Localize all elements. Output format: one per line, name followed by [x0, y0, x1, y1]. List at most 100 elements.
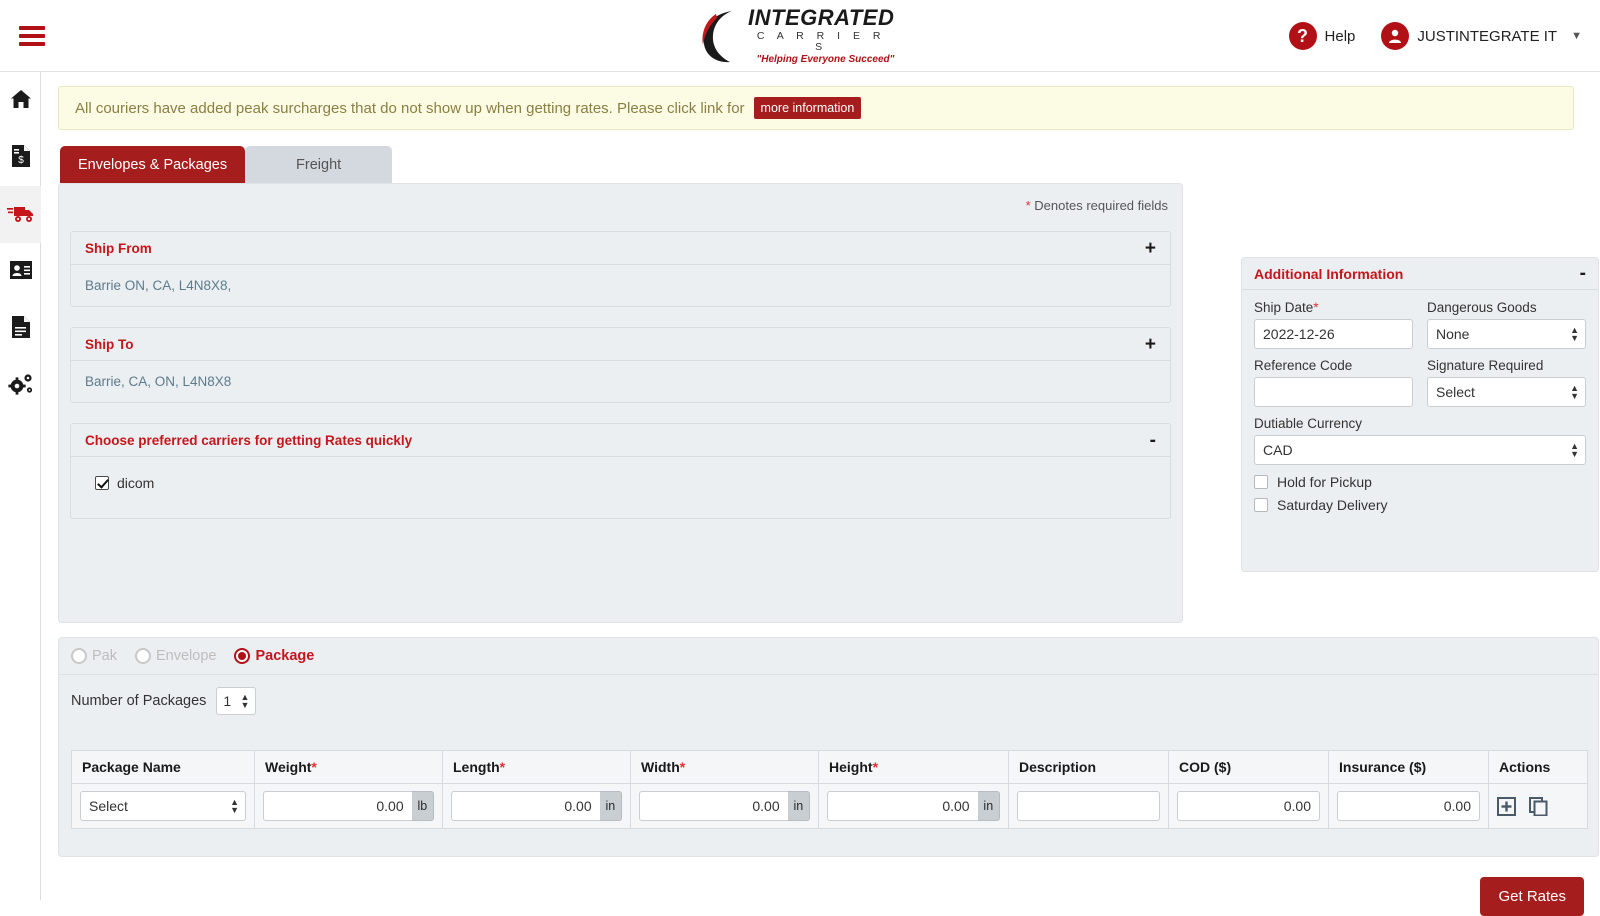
help-label: Help [1324, 27, 1356, 45]
tab-envelopes-packages[interactable]: Envelopes & Packages [60, 146, 246, 183]
hold-for-pickup-checkbox[interactable] [1254, 475, 1268, 489]
packages-table-head: Package Name Weight* Length* Width* Heig… [71, 750, 1588, 784]
signature-required-field: Signature Required Select ▲ ▼ [1427, 358, 1586, 407]
brand-logo[interactable]: INTEGRATED C A R R I E R S "Helping Ever… [700, 4, 894, 68]
cell-insurance [1328, 783, 1489, 829]
ship-from-expand-icon[interactable]: + [1145, 239, 1156, 258]
radio-pak[interactable] [71, 648, 87, 664]
chevron-down-icon[interactable]: ▼ [1571, 30, 1582, 42]
col-width: Width* [630, 750, 819, 784]
saturday-delivery-option[interactable]: Saturday Delivery [1254, 497, 1586, 513]
weight-unit-label: lb [411, 791, 434, 821]
carrier-option-dicom[interactable]: dicom [85, 471, 1156, 501]
ship-to-header[interactable]: Ship To + [71, 328, 1170, 361]
weight-input[interactable] [263, 791, 412, 821]
length-input[interactable] [451, 791, 600, 821]
col-cod: COD ($) [1168, 750, 1329, 784]
cell-weight: lb [254, 783, 443, 829]
gears-icon [7, 372, 34, 399]
package-name-select[interactable]: Select [80, 791, 246, 821]
ship-date-label-text: Ship Date [1254, 300, 1314, 315]
width-input[interactable] [639, 791, 788, 821]
cell-height: in [818, 783, 1009, 829]
height-unit-label: in [977, 791, 1000, 821]
help-button[interactable]: ? Help [1288, 22, 1356, 50]
carrier-checkbox-dicom[interactable] [95, 476, 109, 490]
copy-row-icon[interactable] [1528, 796, 1548, 816]
user-menu[interactable]: JUSTINTEGRATE IT ▼ [1381, 22, 1582, 50]
more-information-link[interactable]: more information [753, 97, 862, 119]
package-type-envelope[interactable]: Envelope [135, 648, 216, 664]
ship-from-panel: Ship From + Barrie ON, CA, L4N8X8, [70, 231, 1171, 307]
col-height-label: Height [829, 759, 873, 775]
sidebar-item-shipping[interactable] [0, 186, 41, 243]
ship-to-panel: Ship To + Barrie, CA, ON, L4N8X8 [70, 327, 1171, 403]
add-row-icon[interactable] [1497, 796, 1516, 816]
preferred-carriers-collapse-icon[interactable]: - [1150, 431, 1156, 450]
package-type-package[interactable]: Package [234, 648, 314, 664]
required-fields-note: * Denotes required fields [1026, 198, 1168, 213]
signature-required-select[interactable]: Select [1427, 377, 1586, 407]
package-name-select-wrap: Select ▲ ▼ [80, 791, 246, 821]
get-rates-button[interactable]: Get Rates [1480, 877, 1584, 916]
preferred-carriers-header[interactable]: Choose preferred carriers for getting Ra… [71, 424, 1170, 457]
ship-from-header[interactable]: Ship From + [71, 232, 1170, 265]
hamburger-bar [19, 25, 45, 30]
sidebar-item-reports[interactable] [0, 300, 41, 357]
hold-for-pickup-label: Hold for Pickup [1277, 474, 1372, 490]
additional-information-collapse-icon[interactable]: - [1580, 264, 1586, 283]
col-height-required: * [872, 759, 879, 775]
col-package-name: Package Name [71, 750, 255, 784]
col-description-label: Description [1019, 759, 1097, 775]
question-circle-icon: ? [1288, 22, 1317, 50]
top-bar: INTEGRATED C A R R I E R S "Helping Ever… [0, 0, 1600, 72]
reference-code-label: Reference Code [1254, 358, 1353, 373]
col-width-label: Width [641, 759, 680, 775]
radio-envelope[interactable] [135, 648, 151, 664]
crescent-logo-icon [700, 8, 746, 64]
col-weight-required: * [311, 759, 317, 775]
carrier-label-dicom: dicom [117, 475, 155, 491]
truck-icon [6, 202, 35, 227]
brand-title: INTEGRATED [748, 5, 895, 30]
cod-input[interactable] [1177, 791, 1320, 821]
page-content: All couriers have added peak surcharges … [42, 72, 1600, 916]
tab-freight[interactable]: Freight [245, 146, 393, 183]
hold-for-pickup-option[interactable]: Hold for Pickup [1254, 474, 1586, 490]
user-circle-icon [1381, 22, 1410, 50]
col-insurance-label: Insurance ($) [1339, 759, 1427, 775]
dutiable-currency-select[interactable]: CAD [1254, 435, 1586, 465]
description-input[interactable] [1017, 791, 1160, 821]
dangerous-goods-select[interactable]: None [1427, 319, 1586, 349]
additional-information-title: Additional Information [1254, 265, 1404, 282]
insurance-input[interactable] [1337, 791, 1480, 821]
cell-package-name: Select ▲ ▼ [71, 783, 255, 829]
height-input[interactable] [827, 791, 978, 821]
ship-to-address[interactable]: Barrie, CA, ON, L4N8X8 [71, 361, 1170, 402]
additional-information-header[interactable]: Additional Information - [1242, 258, 1598, 290]
hamburger-bar [19, 41, 45, 46]
package-type-pak[interactable]: Pak [71, 648, 117, 664]
sidebar-item-settings[interactable] [0, 357, 41, 414]
ship-to-expand-icon[interactable]: + [1145, 335, 1156, 354]
weight-input-group: lb [263, 791, 434, 821]
dangerous-goods-field: Dangerous Goods None ▲ ▼ [1427, 300, 1586, 349]
hamburger-icon[interactable] [8, 25, 56, 46]
dangerous-goods-label: Dangerous Goods [1427, 300, 1537, 315]
sidebar-item-address-book[interactable] [0, 243, 41, 300]
col-length-required: * [499, 759, 506, 775]
sidebar-item-home[interactable] [0, 72, 41, 129]
packages-card: Pak Envelope Package Number of Packages … [58, 637, 1599, 857]
col-cod-label: COD ($) [1179, 759, 1232, 775]
ship-date-input[interactable] [1254, 319, 1413, 349]
sidebar-item-billing[interactable]: $ [0, 129, 41, 186]
reference-code-input[interactable] [1254, 377, 1413, 407]
document-icon [11, 315, 31, 342]
shipment-details-card: * Denotes required fields Ship From + Ba… [58, 183, 1183, 623]
saturday-delivery-checkbox[interactable] [1254, 498, 1268, 512]
ship-from-address[interactable]: Barrie ON, CA, L4N8X8, [71, 265, 1170, 306]
cell-description [1008, 783, 1169, 829]
radio-package[interactable] [234, 648, 251, 664]
number-of-packages-select[interactable]: 1 [216, 687, 257, 715]
col-actions: Actions [1488, 750, 1588, 784]
